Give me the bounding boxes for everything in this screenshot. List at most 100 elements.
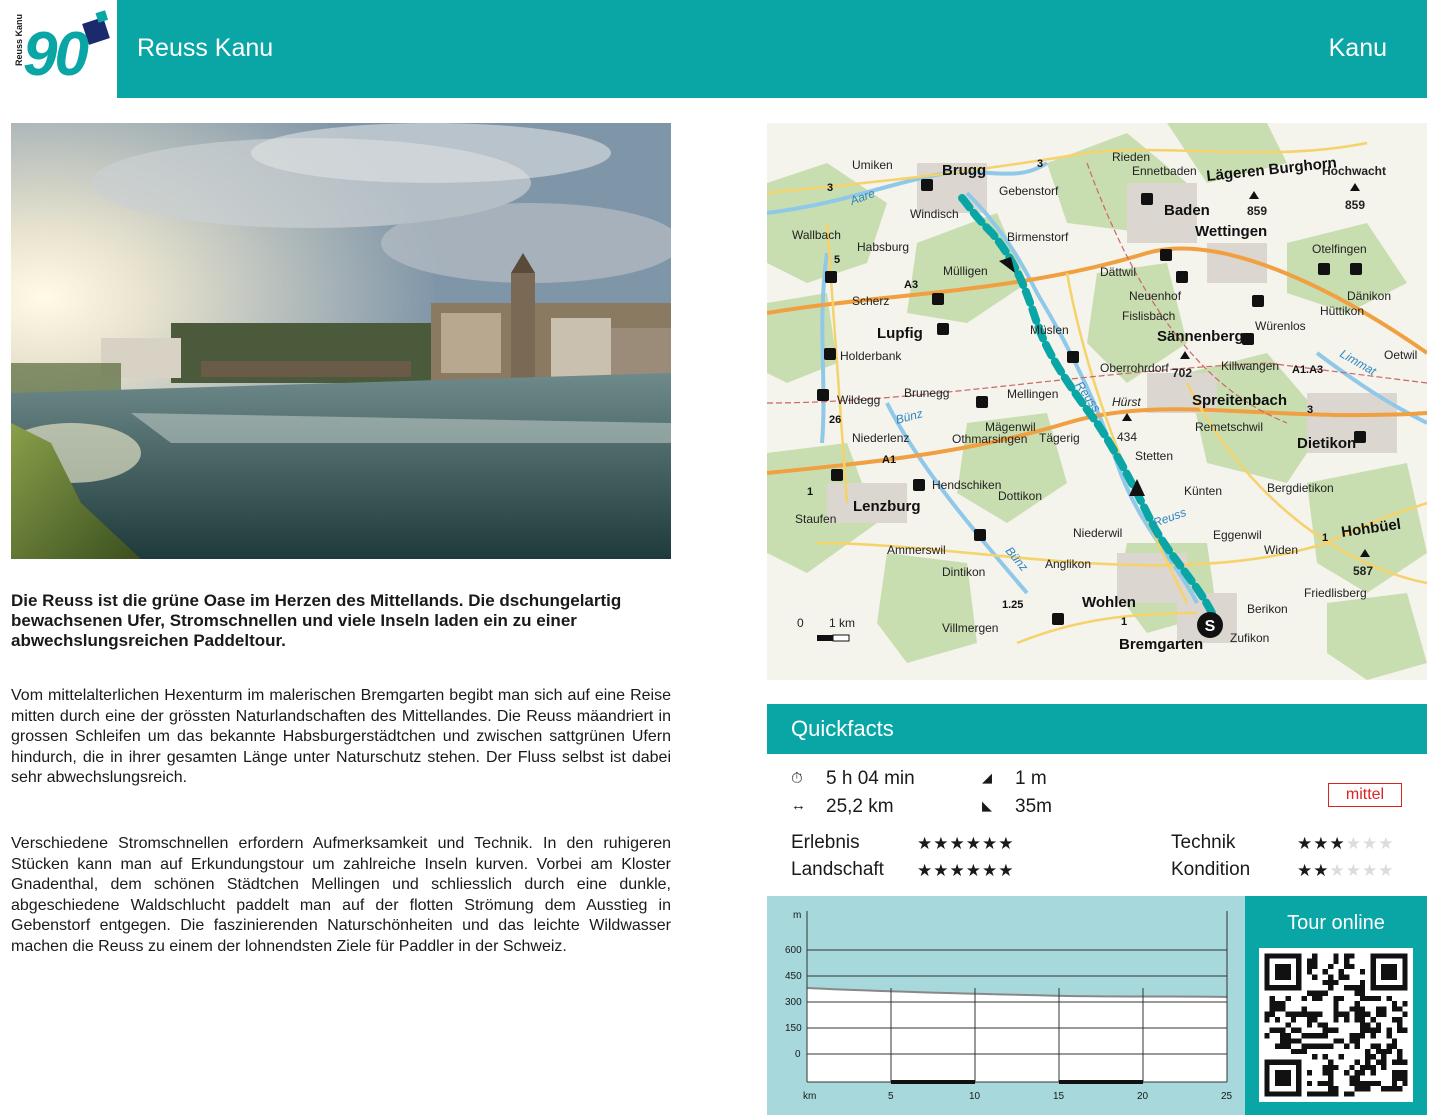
map-label: Zufikon: [1230, 631, 1269, 645]
ascent-icon: ◢: [982, 770, 992, 785]
tour-logo: Reuss Kanu 90: [11, 0, 115, 98]
map-label: Dättwil: [1100, 265, 1136, 279]
profile-xtick: 10: [969, 1091, 981, 1102]
map-label: Hürst: [1112, 395, 1141, 409]
descent-value: 35m: [1015, 796, 1052, 817]
rating-stars-kondition: ★★★★★★: [1297, 861, 1395, 880]
profile-unit-y: m: [793, 910, 801, 921]
map-label: Niederwil: [1073, 526, 1122, 540]
category-label: Kanu: [1328, 34, 1387, 62]
arrows-horizontal-icon: ↔: [791, 797, 806, 814]
peak-label: 587: [1353, 564, 1373, 578]
logo-flag-icon: [82, 17, 110, 45]
road-number: 1: [1322, 532, 1328, 544]
river-town-photo: [11, 123, 671, 559]
elevation-profile: m 600 450 300 150 0 km 5 10 15 20 25: [767, 896, 1245, 1115]
map-label: Staufen: [795, 512, 836, 526]
profile-ytick: 450: [785, 971, 802, 982]
qr-code-icon[interactable]: [1259, 948, 1413, 1102]
map-label: Stetten: [1135, 449, 1173, 463]
map-label: Spreitenbach: [1192, 392, 1287, 409]
road-number: 5: [834, 254, 840, 266]
map-label: Bremgarten: [1119, 636, 1203, 653]
profile-ytick: 300: [785, 997, 802, 1008]
quickfacts-header: Quickfacts: [767, 704, 1427, 754]
river-label: Bünz: [894, 406, 924, 427]
scale-label: 1 km: [829, 616, 855, 630]
rating-label-erlebnis: Erlebnis: [791, 832, 860, 853]
profile-ytick: 150: [785, 1023, 802, 1034]
peak-label: 702: [1172, 366, 1192, 380]
rating-label-technik: Technik: [1171, 832, 1236, 853]
map-label: Dintikon: [942, 565, 985, 579]
map-label: Sännenberg: [1157, 328, 1244, 345]
profile-xtick: 5: [888, 1091, 894, 1102]
map-label: Neuenhof: [1129, 289, 1182, 303]
map-label: Otelfingen: [1312, 242, 1367, 256]
rating-stars-technik: ★★★★★★: [1297, 834, 1395, 853]
map-label: Würenlos: [1255, 319, 1306, 333]
map-label: Holderbank: [840, 349, 902, 363]
profile-ytick: 0: [795, 1049, 801, 1060]
road-number: 1: [1121, 616, 1127, 628]
difficulty-badge: mittel: [1328, 783, 1402, 807]
page-title: Reuss Kanu: [137, 34, 274, 62]
map-label: Wallbach: [792, 228, 841, 242]
peak-label: 434: [1117, 430, 1137, 444]
map-label: Niederlenz: [852, 431, 909, 445]
tour-online-panel: Tour online: [1245, 896, 1427, 1115]
map-label: Ammerswil: [887, 543, 946, 557]
body-paragraph-1: Vom mittelalterlichen Hexenturm im maler…: [11, 687, 671, 786]
road-number: 1.25: [1002, 599, 1023, 611]
map-label: Umiken: [852, 158, 893, 172]
page-header: Reuss Kanu 90 Reuss Kanu Kanu: [11, 0, 1427, 98]
road-number: 26: [829, 414, 841, 426]
map-label: Ennetbaden: [1132, 164, 1197, 178]
body-paragraph-2: Verschiedene Stromschnellen erfordern Au…: [11, 835, 671, 955]
map-label: Oberrohrdorf: [1100, 361, 1169, 375]
map-label: Dänikon: [1347, 289, 1391, 303]
map-label: Brugg: [942, 162, 986, 179]
map-label: Friedlisberg: [1304, 586, 1367, 600]
road-number: 1: [807, 486, 813, 498]
map-label: Tägerig: [1039, 431, 1080, 445]
start-marker-label: S: [1205, 618, 1216, 635]
map-label: Killwangen: [1221, 359, 1279, 373]
map-label: Hochwacht: [1322, 164, 1386, 178]
tour-online-title: Tour online: [1287, 912, 1385, 934]
map-label: Othmarsingen: [952, 432, 1027, 446]
map-label: Mülligen: [943, 264, 988, 278]
rating-stars-erlebnis: ★★★★★★: [917, 834, 1015, 853]
distance-value: 25,2 km: [826, 796, 894, 817]
map-label: Wohlen: [1082, 594, 1136, 611]
peak-label: 859: [1345, 198, 1365, 212]
river-label: Reuss: [1151, 505, 1188, 530]
map-label: Villmergen: [942, 621, 998, 635]
map-label: Habsburg: [857, 240, 909, 254]
map-label: Dottikon: [998, 489, 1042, 503]
map-label: Dietikon: [1297, 435, 1356, 452]
map-label: Anglikon: [1045, 557, 1091, 571]
map-label: Wildegg: [837, 393, 880, 407]
profile-ytick: 600: [785, 945, 802, 956]
map-label: Rieden: [1112, 150, 1150, 164]
map-label: Windisch: [910, 207, 959, 221]
rating-label-kondition: Kondition: [1171, 859, 1251, 880]
rating-stars-landschaft: ★★★★★★: [917, 861, 1015, 880]
map-label: Müslen: [1030, 323, 1069, 337]
map-label: Mellingen: [1007, 387, 1058, 401]
header-divider: [115, 0, 117, 98]
profile-unit-x: km: [803, 1091, 816, 1102]
map-label: Baden: [1164, 202, 1210, 219]
map-label: Gebenstorf: [999, 184, 1059, 198]
route-map: S Umiken Brugg Gebenstorf Windisch Riede…: [767, 123, 1427, 680]
rating-label-landschaft: Landschaft: [791, 859, 884, 880]
map-label: Brunegg: [904, 386, 949, 400]
map-label: Bergdietikon: [1267, 481, 1334, 495]
profile-xtick: 20: [1137, 1091, 1149, 1102]
map-label: Scherz: [852, 294, 889, 308]
map-label: Oetwil: [1384, 348, 1417, 362]
clock-icon: ⏱: [791, 770, 803, 787]
map-label: Künten: [1184, 484, 1222, 498]
map-label: Widen: [1264, 543, 1298, 557]
